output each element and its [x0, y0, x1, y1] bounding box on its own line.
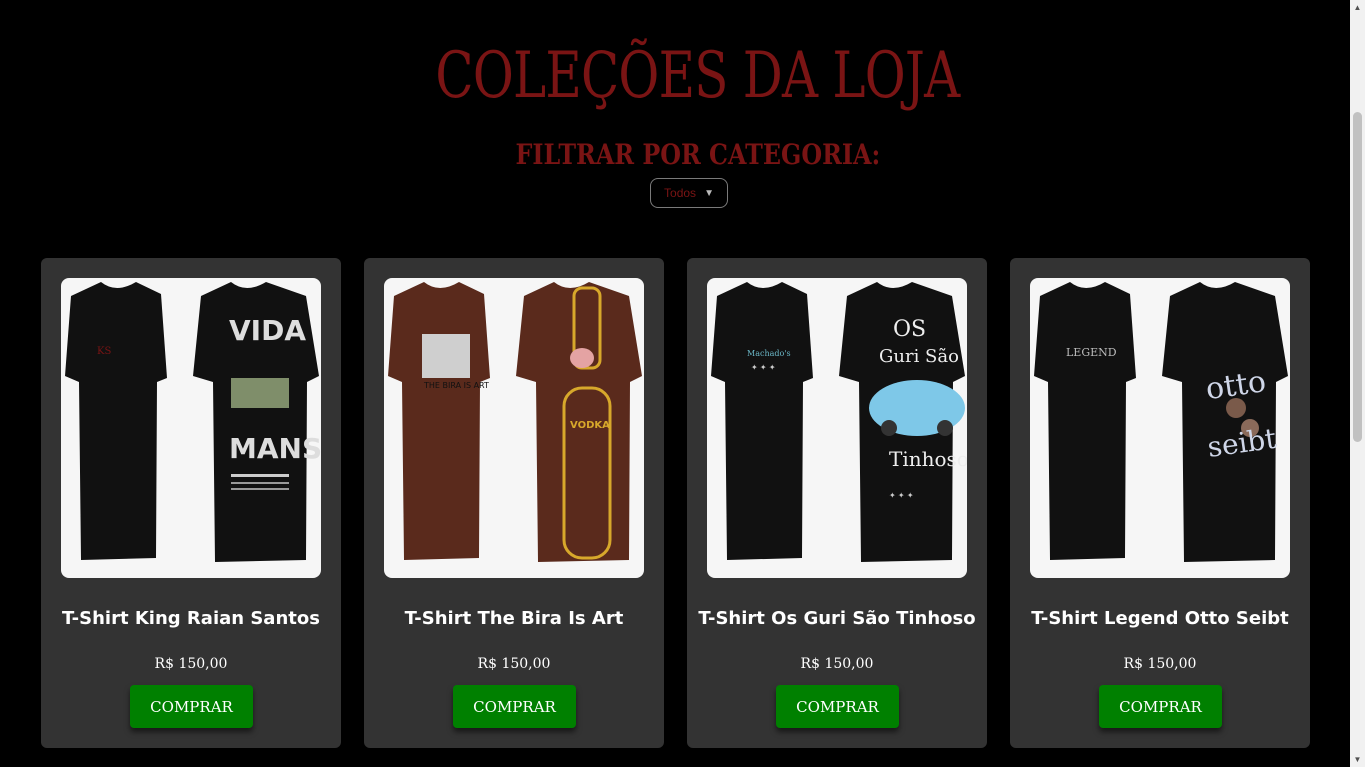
product-price: R$ 150,00	[154, 656, 228, 672]
scroll-down-arrow-icon[interactable]: ▼	[1350, 752, 1365, 767]
product-card: KS VIDA MANSA T-Shirt King Raian Santos …	[41, 258, 341, 748]
buy-button[interactable]: COMPRAR	[1099, 685, 1222, 728]
svg-text:✦ ✦ ✦: ✦ ✦ ✦	[751, 363, 776, 372]
shirt-front	[65, 282, 167, 560]
product-price: R$ 150,00	[1123, 656, 1197, 672]
product-image[interactable]: THE BIRA IS ART VODKA	[384, 278, 644, 578]
scroll-up-arrow-icon[interactable]: ▲	[1350, 0, 1365, 15]
filter-label: Filtrar por categoria:	[515, 138, 881, 171]
svg-text:THE BIRA IS ART: THE BIRA IS ART	[423, 381, 489, 390]
buy-button[interactable]: COMPRAR	[453, 685, 576, 728]
product-image[interactable]: LEGEND otto seibt	[1030, 278, 1290, 578]
category-select-value: Todos	[664, 186, 697, 200]
buy-button[interactable]: COMPRAR	[776, 685, 899, 728]
svg-text:✦ ✦ ✦: ✦ ✦ ✦	[889, 491, 914, 500]
svg-text:MANSA: MANSA	[229, 432, 321, 465]
product-name: T-Shirt The Bira Is Art	[404, 608, 624, 629]
vertical-scrollbar[interactable]: ▲ ▼	[1350, 0, 1365, 767]
product-name: T-Shirt Os Guri São Tinhoso	[698, 608, 976, 629]
buy-button[interactable]: COMPRAR	[130, 685, 253, 728]
svg-text:KS: KS	[97, 346, 111, 357]
product-price: R$ 150,00	[477, 656, 551, 672]
product-name: T-Shirt Legend Otto Seibt	[1031, 608, 1289, 629]
svg-text:Machado's: Machado's	[747, 349, 791, 358]
svg-text:Guri São: Guri São	[879, 346, 959, 367]
svg-text:VODKA: VODKA	[570, 420, 610, 431]
product-card: LEGEND otto seibt T-Shirt Legend Otto Se…	[1010, 258, 1310, 748]
product-image[interactable]: Machado's ✦ ✦ ✦ OS Guri São Tinhoso ✦ ✦ …	[707, 278, 967, 578]
svg-text:LEGEND: LEGEND	[1066, 346, 1117, 359]
product-name: T-Shirt King Raian Santos	[62, 608, 320, 629]
product-price: R$ 150,00	[800, 656, 874, 672]
shirt-front	[1034, 282, 1136, 560]
category-select[interactable]: Todos ▼	[650, 178, 728, 208]
svg-text:VIDA: VIDA	[229, 314, 306, 347]
product-image[interactable]: KS VIDA MANSA	[61, 278, 321, 578]
product-card: THE BIRA IS ART VODKA T-Shirt The Bira I…	[364, 258, 664, 748]
svg-text:OS: OS	[893, 317, 926, 342]
svg-text:Tinhoso: Tinhoso	[889, 447, 967, 471]
page: Coleções da Loja Filtrar por categoria: …	[0, 0, 1350, 767]
scrollbar-thumb[interactable]	[1353, 112, 1362, 442]
product-grid: KS VIDA MANSA T-Shirt King Raian Santos …	[41, 258, 1310, 748]
chevron-down-icon: ▼	[704, 187, 714, 199]
shirt-front	[711, 282, 813, 560]
page-title: Coleções da Loja	[435, 39, 960, 113]
product-card: Machado's ✦ ✦ ✦ OS Guri São Tinhoso ✦ ✦ …	[687, 258, 987, 748]
shirt-front	[388, 282, 490, 560]
